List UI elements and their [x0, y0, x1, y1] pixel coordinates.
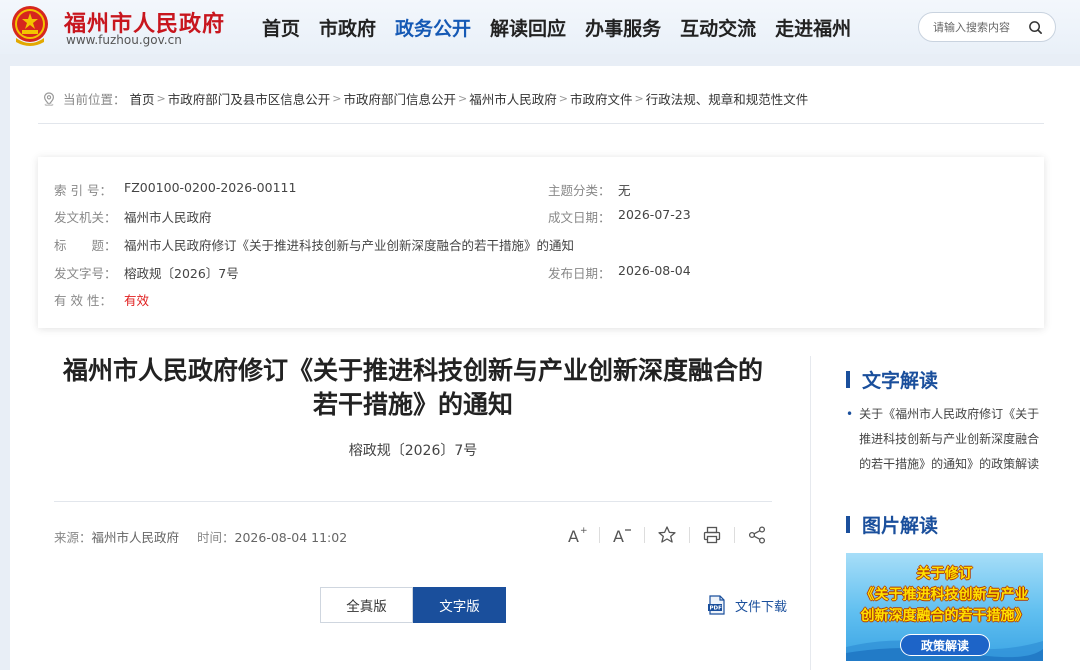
- banner-title-line1: 《关于推进科技创新与产业: [860, 587, 1029, 603]
- nav-interaction[interactable]: 互动交流: [680, 14, 756, 41]
- article-title-line1: 福州市人民政府修订《关于推进科技创新与产业创新深度融合的: [62, 356, 763, 385]
- search-input[interactable]: [933, 19, 1028, 36]
- star-icon[interactable]: [656, 524, 678, 546]
- text-interpretation-heading: 文字解读: [846, 366, 938, 393]
- nav-government-affairs[interactable]: 政务公开: [395, 14, 471, 41]
- doc-no-value: 榕政规〔2026〕7号: [124, 266, 239, 281]
- svg-text:A: A: [613, 527, 624, 545]
- site-header: 福州市人民政府 www.fuzhou.gov.cn 首页 市政府 政务公开 解读…: [0, 0, 1080, 54]
- location-pin-icon: [43, 91, 55, 106]
- topic-value: 无: [618, 183, 631, 198]
- title-label: 标 题：: [54, 238, 117, 253]
- written-date-label: 成文日期：: [548, 210, 611, 225]
- pdf-file-icon: PDF: [708, 595, 725, 615]
- image-interpretation-title: 图片解读: [862, 515, 939, 537]
- issuer-value: 福州市人民政府: [124, 210, 212, 225]
- svg-text:+: +: [580, 526, 587, 536]
- issuer-label: 发文机关：: [54, 210, 117, 225]
- main-nav: 首页 市政府 政务公开 解读回应 办事服务 互动交流 走进福州: [262, 14, 870, 41]
- font-decrease-icon[interactable]: A: [611, 524, 633, 546]
- breadcrumb-regulations[interactable]: 行政法规、规章和规范性文件: [646, 89, 809, 108]
- breadcrumb-government-docs[interactable]: 市政府文件: [570, 89, 633, 108]
- breadcrumb-separator: >: [332, 92, 342, 105]
- breadcrumb: 当前位置： 首页 > 市政府部门及县市区信息公开 > 市政府部门信息公开 > 福…: [42, 89, 808, 108]
- nav-city-government[interactable]: 市政府: [319, 14, 376, 41]
- list-item[interactable]: • 关于《福州市人民政府修订《关于推进科技创新与产业创新深度融合的若干措施》的通…: [846, 402, 1046, 477]
- file-download-link[interactable]: PDF 文件下载: [708, 595, 787, 615]
- svg-text:A: A: [568, 527, 579, 545]
- index-no-value: FZ00100-0200-2026-00111: [124, 180, 297, 195]
- toolbar-divider: [689, 527, 690, 543]
- breadcrumb-separator: >: [458, 92, 468, 105]
- svg-text:PDF: PDF: [710, 606, 723, 612]
- image-interpretation-heading: 图片解读: [846, 511, 938, 538]
- time-value: 2026-08-04 11:02: [234, 530, 348, 545]
- nav-services[interactable]: 办事服务: [585, 14, 661, 41]
- index-no-label: 索 引 号：: [54, 183, 112, 198]
- banner-heading: 关于修订: [916, 566, 973, 582]
- article-source-info: 来源：福州市人民政府 时间：2026-08-04 11:02: [54, 527, 347, 546]
- breadcrumb-divider: [38, 123, 1044, 124]
- text-interpretation-link[interactable]: 关于《福州市人民政府修订《关于推进科技创新与产业创新深度融合的若干措施》的通知》…: [859, 402, 1046, 477]
- breadcrumb-dept-county-info[interactable]: 市政府部门及县市区信息公开: [168, 89, 331, 108]
- heading-bar: [846, 371, 850, 388]
- article-divider: [54, 501, 772, 502]
- title-value: 福州市人民政府修订《关于推进科技创新与产业创新深度融合的若干措施》的通知: [124, 238, 575, 253]
- doc-no-label: 发文字号：: [54, 266, 117, 281]
- source-label: 来源：: [54, 530, 92, 545]
- article-title: 福州市人民政府修订《关于推进科技创新与产业创新深度融合的 若干措施》的通知: [40, 354, 786, 422]
- nav-interpretation[interactable]: 解读回应: [490, 14, 566, 41]
- publish-date-value: 2026-08-04: [618, 263, 691, 278]
- banner-title-line2: 创新深度融合的若干措施》: [860, 608, 1029, 624]
- article-toolbar: A + A: [566, 524, 768, 546]
- text-version-button[interactable]: 文字版: [413, 587, 506, 623]
- banner-title: 《关于推进科技创新与产业 创新深度融合的若干措施》: [846, 585, 1043, 627]
- article-doc-no: 榕政规〔2026〕7号: [348, 443, 478, 459]
- topic-label: 主题分类：: [548, 183, 611, 198]
- document-metadata: 索 引 号： FZ00100-0200-2026-00111 主题分类： 无 发…: [38, 157, 1044, 328]
- text-interpretation-list: • 关于《福州市人民政府修订《关于推进科技创新与产业创新深度融合的若干措施》的通…: [846, 402, 1046, 477]
- national-emblem-icon[interactable]: [10, 4, 50, 46]
- toolbar-divider: [734, 527, 735, 543]
- validity-value: 有效: [124, 293, 150, 308]
- breadcrumb-separator: >: [156, 92, 166, 105]
- nav-home[interactable]: 首页: [262, 14, 300, 41]
- text-interpretation-title: 文字解读: [862, 370, 939, 392]
- font-increase-icon[interactable]: A +: [566, 524, 588, 546]
- breadcrumb-dept-info[interactable]: 市政府部门信息公开: [343, 89, 456, 108]
- breadcrumb-separator: >: [634, 92, 644, 105]
- sidebar-divider: [810, 356, 811, 670]
- source-value: 福州市人民政府: [91, 530, 180, 545]
- search-icon[interactable]: [1028, 20, 1043, 35]
- nav-about-fuzhou[interactable]: 走进福州: [775, 14, 851, 41]
- version-toggle: 全真版 文字版: [320, 587, 506, 623]
- breadcrumb-label: 当前位置：: [63, 92, 126, 107]
- breadcrumb-separator: >: [558, 92, 568, 105]
- search-box: [918, 12, 1056, 42]
- bullet-icon: •: [846, 407, 854, 421]
- policy-interpretation-banner[interactable]: 关于修订 《关于推进科技创新与产业 创新深度融合的若干措施》 政策解读: [846, 553, 1043, 661]
- share-icon[interactable]: [746, 524, 768, 546]
- full-version-button[interactable]: 全真版: [320, 587, 413, 623]
- print-icon[interactable]: [701, 524, 723, 546]
- time-label: 时间：: [197, 530, 235, 545]
- site-url: www.fuzhou.gov.cn: [66, 33, 182, 47]
- breadcrumb-city-government[interactable]: 福州市人民政府: [469, 89, 557, 108]
- article-title-line2: 若干措施》的通知: [312, 390, 513, 419]
- validity-label: 有 效 性：: [54, 293, 112, 308]
- written-date-value: 2026-07-23: [618, 207, 691, 222]
- breadcrumb-home[interactable]: 首页: [130, 89, 155, 108]
- heading-bar: [846, 516, 850, 533]
- policy-interpretation-button[interactable]: 政策解读: [900, 634, 990, 656]
- toolbar-divider: [599, 527, 600, 543]
- toolbar-divider: [644, 527, 645, 543]
- file-download-label: 文件下载: [735, 599, 788, 615]
- publish-date-label: 发布日期：: [548, 266, 611, 281]
